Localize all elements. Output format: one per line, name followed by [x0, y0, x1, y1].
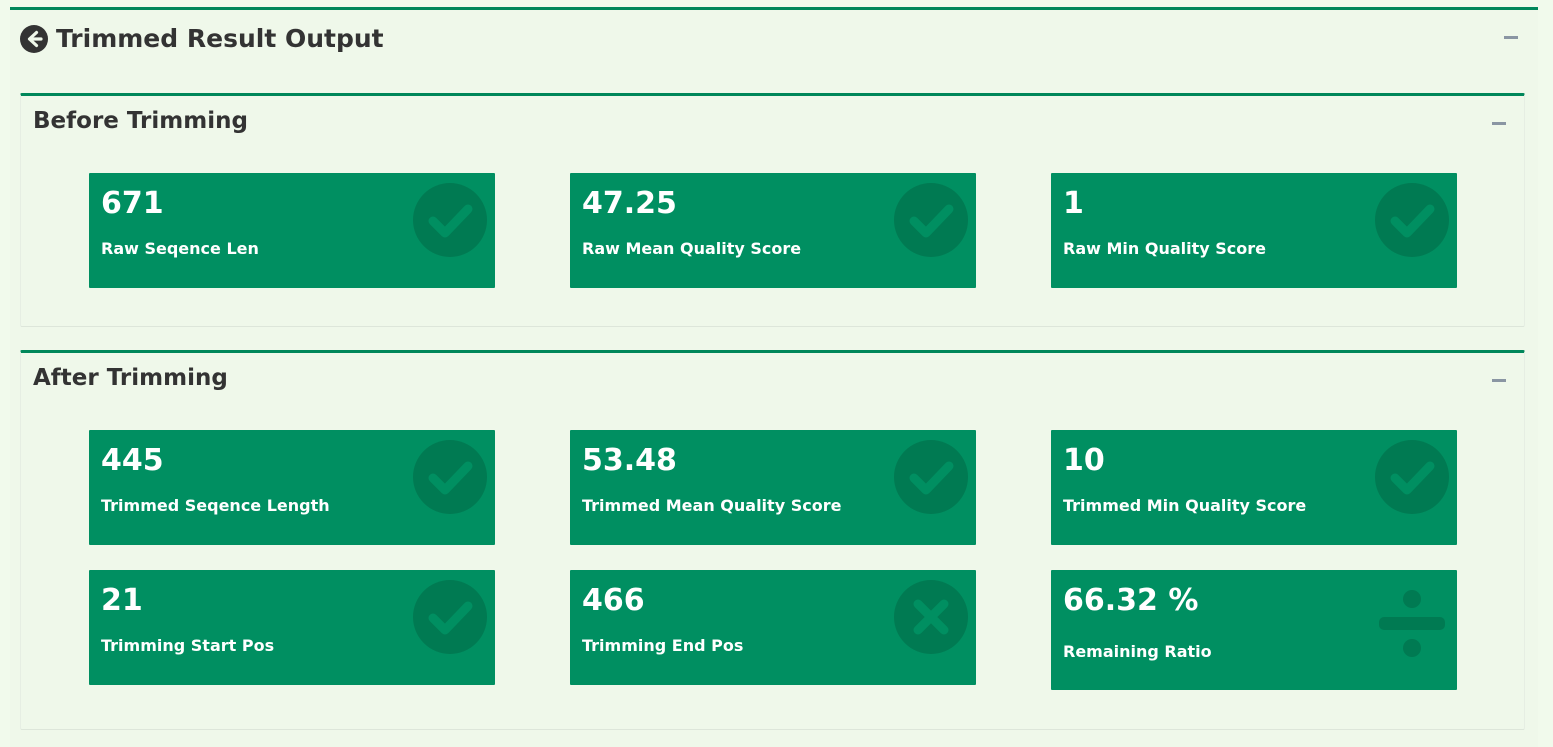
- card-value: 466: [582, 583, 645, 618]
- arrow-circle-left-icon[interactable]: [20, 24, 48, 53]
- page-title: Trimmed Result Output: [56, 24, 384, 53]
- check-circle-icon: [413, 440, 487, 514]
- trimmed-mean-quality-card: 53.48 Trimmed Mean Quality Score: [570, 430, 976, 545]
- card-value: 10: [1063, 443, 1105, 478]
- check-circle-icon: [413, 580, 487, 654]
- remaining-ratio-card: 66.32 % Remaining Ratio: [1051, 570, 1457, 690]
- card-label: Raw Mean Quality Score: [582, 239, 802, 258]
- times-circle-icon: [894, 580, 968, 654]
- card-value: 445: [101, 443, 164, 478]
- card-label: Trimmed Seqence Length: [101, 496, 330, 515]
- after-collapse-button[interactable]: [1492, 379, 1506, 382]
- card-value: 47.25: [582, 186, 677, 221]
- check-circle-icon: [413, 183, 487, 257]
- after-trimming-title: After Trimming: [33, 365, 228, 391]
- card-label: Trimmed Mean Quality Score: [582, 496, 842, 515]
- card-value: 53.48: [582, 443, 677, 478]
- check-circle-icon: [894, 440, 968, 514]
- raw-min-quality-card: 1 Raw Min Quality Score: [1051, 173, 1457, 288]
- trimming-start-pos-card: 21 Trimming Start Pos: [89, 570, 495, 685]
- card-value: 21: [101, 583, 143, 618]
- trimming-end-pos-card: 466 Trimming End Pos: [570, 570, 976, 685]
- trimmed-result-panel: Trimmed Result Output Before Trimming 67…: [10, 7, 1538, 747]
- before-trimming-title: Before Trimming: [33, 108, 248, 134]
- check-circle-icon: [1375, 183, 1449, 257]
- card-label: Raw Min Quality Score: [1063, 239, 1266, 258]
- panel-collapse-button[interactable]: [1504, 36, 1518, 39]
- after-trimming-box: After Trimming 445 Trimmed Seqence Lengt…: [20, 350, 1525, 730]
- card-label: Raw Seqence Len: [101, 239, 259, 258]
- panel-header: Trimmed Result Output: [20, 24, 384, 53]
- before-collapse-button[interactable]: [1492, 122, 1506, 125]
- divide-icon: [1379, 590, 1445, 657]
- card-value: 66.32 %: [1063, 583, 1199, 618]
- before-trimming-box: Before Trimming 671 Raw Seqence Len 47.2…: [20, 93, 1525, 327]
- check-circle-icon: [894, 183, 968, 257]
- card-value: 1: [1063, 186, 1084, 221]
- check-circle-icon: [1375, 440, 1449, 514]
- card-label: Trimming End Pos: [582, 636, 744, 655]
- raw-sequence-len-card: 671 Raw Seqence Len: [89, 173, 495, 288]
- trimmed-min-quality-card: 10 Trimmed Min Quality Score: [1051, 430, 1457, 545]
- card-label: Trimming Start Pos: [101, 636, 275, 655]
- raw-mean-quality-card: 47.25 Raw Mean Quality Score: [570, 173, 976, 288]
- card-label: Trimmed Min Quality Score: [1063, 496, 1307, 515]
- card-value: 671: [101, 186, 164, 221]
- card-label: Remaining Ratio: [1063, 642, 1212, 661]
- trimmed-sequence-length-card: 445 Trimmed Seqence Length: [89, 430, 495, 545]
